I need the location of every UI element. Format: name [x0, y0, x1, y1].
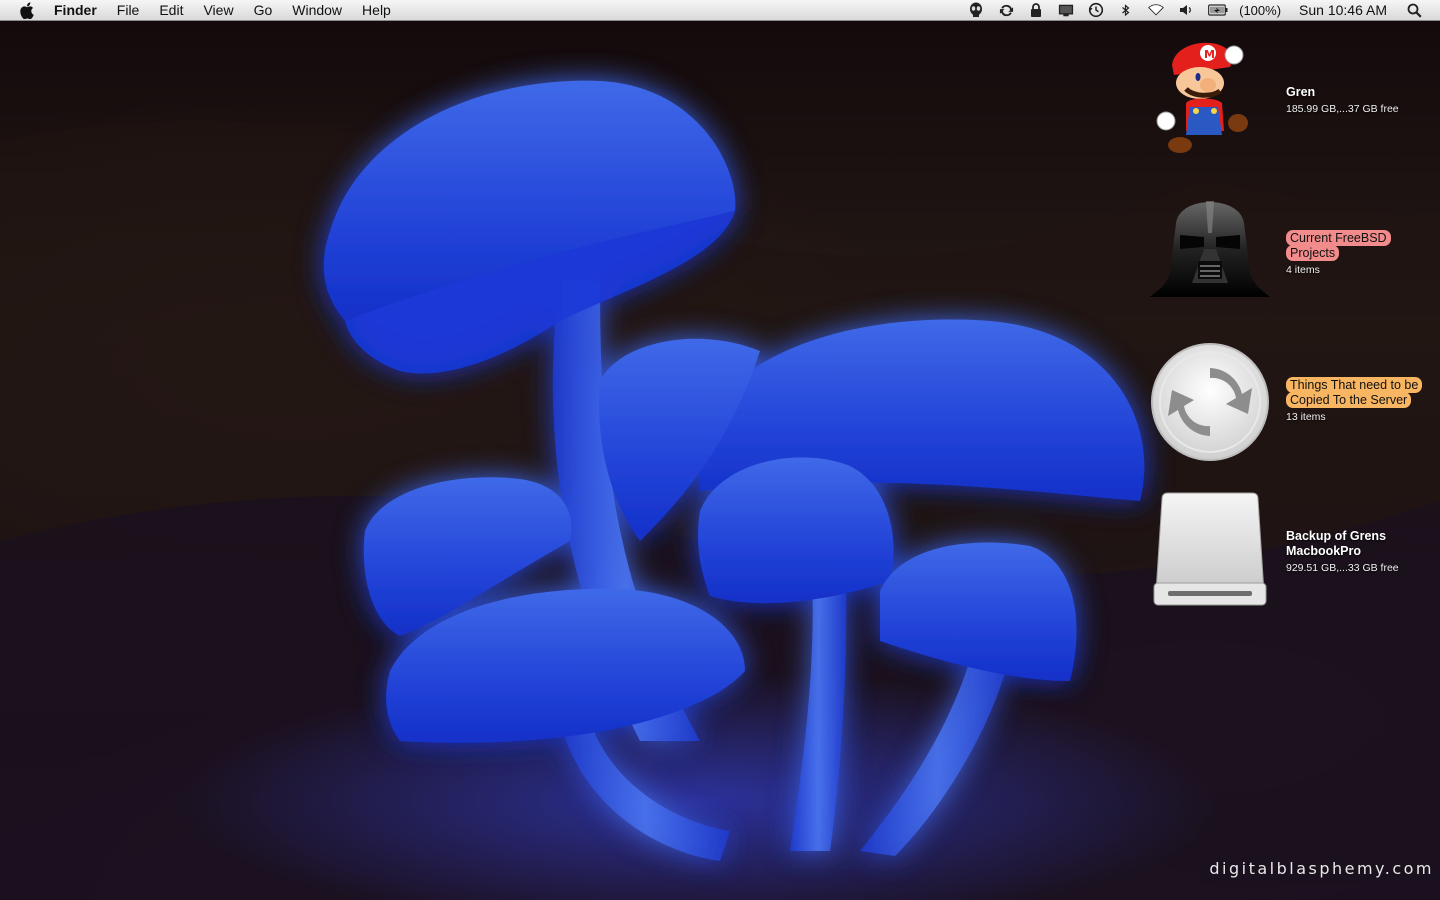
desktop-item-backup-drive[interactable]: Backup of Grens MacbookPro 929.51 GB,...…: [1146, 485, 1436, 615]
sync-folder-icon[interactable]: [1146, 338, 1274, 466]
mario-icon[interactable]: M: [1146, 35, 1274, 163]
wallpaper-watermark: digitalblasphemy.com: [1209, 859, 1434, 878]
desktop-item-freebsd-projects[interactable]: Current FreeBSD Projects 4 items: [1146, 183, 1436, 313]
desktop-item-things-to-copy[interactable]: Things That need to be Copied To the Ser…: [1146, 338, 1436, 468]
menu-go[interactable]: Go: [244, 0, 283, 21]
battery-icon[interactable]: [1208, 2, 1228, 18]
darth-vader-icon[interactable]: [1146, 183, 1274, 311]
desktop-item-name: Backup of Grens MacbookPro: [1286, 529, 1387, 558]
menu-help[interactable]: Help: [352, 0, 401, 21]
desktop-item-detail: 185.99 GB,...37 GB free: [1286, 103, 1399, 115]
lock-icon[interactable]: [1028, 2, 1044, 18]
svg-text:M: M: [1204, 48, 1215, 61]
desktop-item-name: Gren: [1286, 85, 1316, 99]
wifi-icon[interactable]: [1148, 2, 1165, 18]
desktop-item-name: Current FreeBSD Projects: [1286, 230, 1391, 261]
menu-window[interactable]: Window: [282, 0, 352, 21]
menu-file[interactable]: File: [107, 0, 150, 21]
volume-icon[interactable]: [1178, 2, 1194, 18]
desktop-item-name: Things That need to be Copied To the Ser…: [1286, 377, 1423, 408]
menu-finder[interactable]: Finder: [54, 0, 107, 21]
battery-percentage[interactable]: (100%): [1239, 3, 1281, 18]
external-drive-icon[interactable]: [1146, 485, 1274, 613]
menu-edit[interactable]: Edit: [149, 0, 193, 21]
menu-view[interactable]: View: [193, 0, 243, 21]
desktop-item-gren[interactable]: M Gren 185.99 GB,...37 GB free: [1146, 35, 1436, 165]
menu-extras: (100%) Sun 10:46 AM: [961, 0, 1440, 21]
magnifier-icon[interactable]: [1407, 3, 1422, 18]
desktop-item-detail: 4 items: [1286, 264, 1320, 276]
menu-bar: Finder File Edit View Go Window Help (10…: [0, 0, 1440, 21]
menu-clock[interactable]: Sun 10:46 AM: [1299, 2, 1387, 18]
alien-icon[interactable]: [968, 2, 984, 18]
apple-logo-icon[interactable]: [19, 1, 39, 19]
desktop-item-detail: 929.51 GB,...33 GB free: [1286, 562, 1399, 574]
display-icon[interactable]: [1058, 2, 1074, 18]
desktop-item-detail: 13 items: [1286, 411, 1326, 423]
bluetooth-icon[interactable]: [1118, 2, 1134, 18]
sync-icon[interactable]: [998, 2, 1014, 18]
time-machine-icon[interactable]: [1088, 2, 1104, 18]
